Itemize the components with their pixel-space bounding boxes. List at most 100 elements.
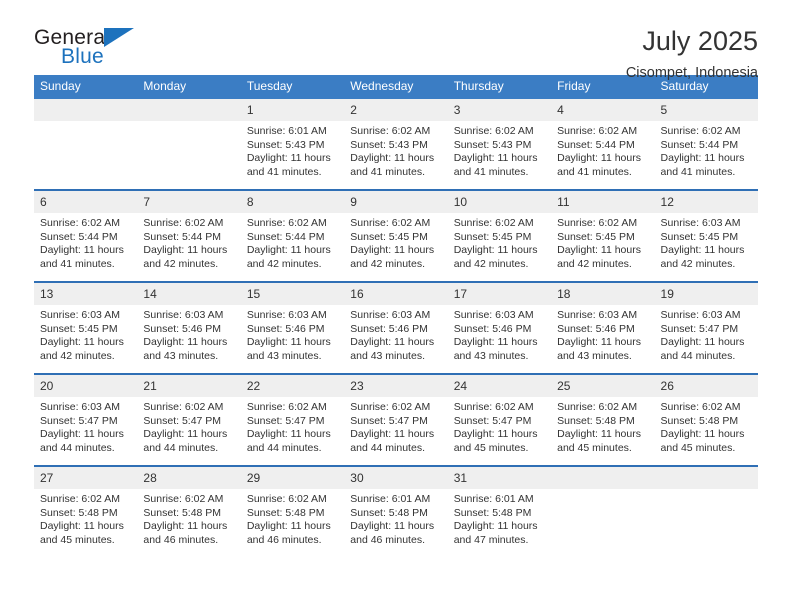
daylight-text-line2: and 42 minutes.	[660, 257, 736, 270]
calendar-day-cell[interactable]: 21 Sunrise: 6:02 AM Sunset: 5:47 PM Dayligh…	[137, 373, 241, 466]
sunrise-text: Sunrise: 6:02 AM	[350, 401, 431, 413]
calendar-day-cell[interactable]: 27 Sunrise: 6:02 AM Sunset: 5:48 PM Dayligh…	[34, 465, 138, 557]
calendar-day-cell[interactable]: 29 Sunrise: 6:02 AM Sunset: 5:48 PM Dayligh…	[240, 465, 345, 557]
day-number: 27	[34, 467, 138, 489]
daylight-text-line1: Daylight: 11 hours	[246, 336, 331, 349]
calendar-day-cell[interactable]: 3 Sunrise: 6:02 AM Sunset: 5:43 PM Daylight…	[447, 99, 552, 190]
daylight-text-line1: Daylight: 11 hours	[557, 152, 641, 165]
calendar-day-cell[interactable]: 18 Sunrise: 6:03 AM Sunset: 5:46 PM Dayligh…	[551, 281, 655, 374]
daylight-text-line2: and 45 minutes.	[453, 441, 529, 454]
daylight-text-line2: and 41 minutes.	[557, 165, 632, 178]
calendar-day-cell[interactable]: 30 Sunrise: 6:01 AM Sunset: 5:48 PM Dayligh…	[344, 465, 448, 557]
day-number: 21	[137, 375, 241, 397]
daylight-text-line1: Daylight: 11 hours	[660, 336, 745, 349]
calendar-day-cell[interactable]: 20 Sunrise: 6:03 AM Sunset: 5:47 PM Dayligh…	[34, 373, 138, 466]
calendar-day-cell[interactable]: 26 Sunrise: 6:02 AM Sunset: 5:48 PM Dayligh…	[654, 373, 758, 466]
sunset-text: Sunset: 5:43 PM	[453, 138, 532, 151]
day-details: Sunrise: 6:02 AM Sunset: 5:44 PM Daylight:…	[137, 213, 240, 271]
sunset-text: Sunset: 5:44 PM	[660, 138, 739, 151]
calendar-day-cell[interactable]: 2 Sunrise: 6:02 AM Sunset: 5:43 PM Daylight…	[344, 99, 448, 190]
calendar-day-cell[interactable]: 22 Sunrise: 6:02 AM Sunset: 5:47 PM Dayligh…	[240, 373, 345, 466]
calendar-table: Sunday Monday Tuesday Wednesday Thursday…	[34, 75, 758, 557]
calendar-day-cell[interactable]: 12 Sunrise: 6:03 AM Sunset: 5:45 PM Dayligh…	[654, 189, 758, 282]
sunset-text: Sunset: 5:45 PM	[453, 230, 532, 243]
calendar-day-cell[interactable]: 9 Sunrise: 6:02 AM Sunset: 5:45 PM Daylight…	[344, 189, 448, 282]
day-details: Sunrise: 6:03 AM Sunset: 5:47 PM Daylight:…	[34, 397, 137, 455]
daylight-text-line2: and 41 minutes.	[246, 165, 322, 178]
calendar-day-cell[interactable]: 19 Sunrise: 6:03 AM Sunset: 5:47 PM Dayligh…	[654, 281, 758, 374]
calendar-day-cell[interactable]: 5 Sunrise: 6:02 AM Sunset: 5:44 PM Daylight…	[654, 99, 758, 190]
day-number: 22	[240, 375, 345, 397]
day-number: 3	[447, 99, 552, 121]
sunset-text: Sunset: 5:45 PM	[557, 230, 635, 243]
day-details: Sunrise: 6:03 AM Sunset: 5:45 PM Daylight:…	[34, 305, 137, 363]
daylight-text-line1: Daylight: 11 hours	[453, 428, 538, 441]
sunset-text: Sunset: 5:47 PM	[40, 414, 118, 427]
calendar-empty-cell	[137, 99, 241, 190]
sunrise-text: Sunrise: 6:03 AM	[246, 309, 327, 321]
day-details: Sunrise: 6:02 AM Sunset: 5:47 PM Daylight:…	[344, 397, 447, 455]
calendar-day-cell[interactable]: 6 Sunrise: 6:02 AM Sunset: 5:44 PM Daylight…	[34, 189, 138, 282]
day-details: Sunrise: 6:02 AM Sunset: 5:45 PM Daylight:…	[551, 213, 654, 271]
calendar-day-cell[interactable]: 13 Sunrise: 6:03 AM Sunset: 5:45 PM Dayligh…	[34, 281, 138, 374]
daylight-text-line1: Daylight: 11 hours	[246, 152, 331, 165]
calendar-day-cell[interactable]: 11 Sunrise: 6:02 AM Sunset: 5:45 PM Dayligh…	[551, 189, 655, 282]
sunrise-text: Sunrise: 6:01 AM	[453, 493, 534, 505]
calendar-day-cell[interactable]: 4 Sunrise: 6:02 AM Sunset: 5:44 PM Daylight…	[551, 99, 655, 190]
calendar-day-cell[interactable]: 28 Sunrise: 6:02 AM Sunset: 5:48 PM Dayligh…	[137, 465, 241, 557]
day-details: Sunrise: 6:02 AM Sunset: 5:44 PM Daylight:…	[241, 213, 344, 271]
sunset-text: Sunset: 5:48 PM	[246, 506, 325, 519]
sunrise-text: Sunrise: 6:01 AM	[350, 493, 431, 505]
daylight-text-line2: and 44 minutes.	[40, 441, 115, 454]
daylight-text-line1: Daylight: 11 hours	[557, 336, 641, 349]
calendar-day-cell[interactable]: 17 Sunrise: 6:03 AM Sunset: 5:46 PM Dayligh…	[447, 281, 552, 374]
calendar-day-cell[interactable]: 1 Sunrise: 6:01 AM Sunset: 5:43 PM Daylight…	[240, 99, 345, 190]
general-blue-logo: General Blue	[34, 26, 174, 74]
day-number: 19	[654, 283, 758, 305]
sunrise-text: Sunrise: 6:02 AM	[143, 493, 224, 505]
daylight-text-line1: Daylight: 11 hours	[453, 520, 538, 533]
day-number: 1	[240, 99, 345, 121]
sunrise-text: Sunrise: 6:02 AM	[143, 217, 224, 229]
calendar-day-cell[interactable]: 25 Sunrise: 6:02 AM Sunset: 5:48 PM Dayligh…	[551, 373, 655, 466]
daylight-text-line1: Daylight: 11 hours	[557, 428, 641, 441]
day-details: Sunrise: 6:02 AM Sunset: 5:48 PM Daylight:…	[241, 489, 344, 547]
calendar-day-cell[interactable]: 8 Sunrise: 6:02 AM Sunset: 5:44 PM Daylight…	[240, 189, 345, 282]
daylight-text-line1: Daylight: 11 hours	[557, 244, 641, 257]
day-number: 6	[34, 191, 138, 213]
day-number: 7	[137, 191, 241, 213]
calendar-day-cell[interactable]: 24 Sunrise: 6:02 AM Sunset: 5:47 PM Dayligh…	[447, 373, 552, 466]
calendar-day-cell[interactable]: 15 Sunrise: 6:03 AM Sunset: 5:46 PM Dayligh…	[240, 281, 345, 374]
daylight-text-line1: Daylight: 11 hours	[40, 428, 124, 441]
sunrise-text: Sunrise: 6:02 AM	[557, 401, 638, 413]
sunrise-text: Sunrise: 6:02 AM	[40, 217, 120, 229]
daylight-text-line2: and 42 minutes.	[246, 257, 322, 270]
day-details: Sunrise: 6:01 AM Sunset: 5:43 PM Daylight:…	[241, 121, 344, 179]
title-block: July 2025 Cisompet, Indonesia	[626, 26, 758, 83]
calendar-empty-cell	[34, 99, 138, 190]
daylight-text-line2: and 43 minutes.	[350, 349, 425, 362]
daylight-text-line1: Daylight: 11 hours	[40, 336, 124, 349]
daylight-text-line2: and 44 minutes.	[143, 441, 219, 454]
calendar-day-cell[interactable]: 31 Sunrise: 6:01 AM Sunset: 5:48 PM Dayligh…	[447, 465, 552, 557]
day-number	[34, 99, 138, 121]
calendar-day-cell[interactable]: 10 Sunrise: 6:02 AM Sunset: 5:45 PM Dayligh…	[447, 189, 552, 282]
daylight-text-line1: Daylight: 11 hours	[350, 520, 435, 533]
calendar-day-cell[interactable]: 14 Sunrise: 6:03 AM Sunset: 5:46 PM Dayligh…	[137, 281, 241, 374]
day-details: Sunrise: 6:02 AM Sunset: 5:47 PM Daylight:…	[137, 397, 240, 455]
sunrise-text: Sunrise: 6:02 AM	[453, 401, 534, 413]
calendar-week-row: 20 Sunrise: 6:03 AM Sunset: 5:47 PM Dayligh…	[34, 373, 758, 466]
day-number: 9	[344, 191, 448, 213]
sunset-text: Sunset: 5:46 PM	[557, 322, 635, 335]
calendar-day-cell[interactable]: 23 Sunrise: 6:02 AM Sunset: 5:47 PM Dayligh…	[344, 373, 448, 466]
day-details: Sunrise: 6:01 AM Sunset: 5:48 PM Daylight:…	[344, 489, 447, 547]
calendar-body: 1 Sunrise: 6:01 AM Sunset: 5:43 PM Daylight…	[34, 99, 758, 557]
sunset-text: Sunset: 5:48 PM	[557, 414, 635, 427]
sunset-text: Sunset: 5:48 PM	[660, 414, 739, 427]
calendar-day-cell[interactable]: 7 Sunrise: 6:02 AM Sunset: 5:44 PM Daylight…	[137, 189, 241, 282]
day-number: 30	[344, 467, 448, 489]
daylight-text-line2: and 46 minutes.	[246, 533, 322, 546]
calendar-page: General Blue July 2025 Cisompet, Indones…	[0, 0, 792, 612]
calendar-day-cell[interactable]: 16 Sunrise: 6:03 AM Sunset: 5:46 PM Dayligh…	[344, 281, 448, 374]
daylight-text-line2: and 44 minutes.	[246, 441, 322, 454]
